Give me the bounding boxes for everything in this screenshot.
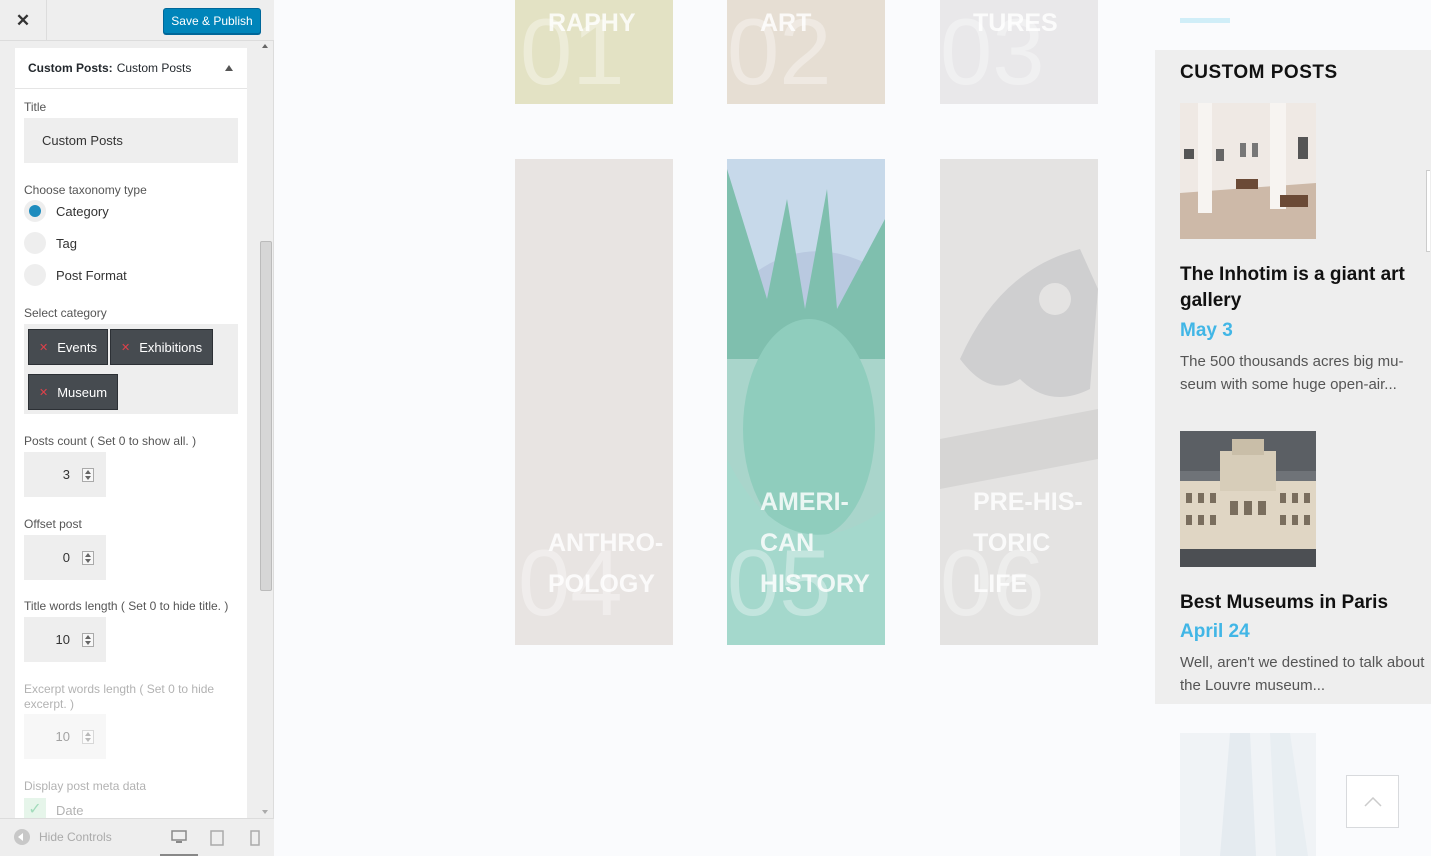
radio-tag[interactable]: Tag (24, 231, 77, 255)
meta-date-label: Date (56, 803, 84, 818)
post-title[interactable]: The Inhotim is a giant art gallery (1180, 262, 1420, 314)
save-publish-button[interactable]: Save & Publish (163, 8, 261, 34)
chip-label: Events (57, 339, 97, 355)
custom-posts-widget: CUSTOM POSTS The Inhotim is a giant art … (1155, 50, 1431, 704)
radio-category[interactable]: Category (24, 199, 109, 223)
customizer-sidebar: ✕ Save & Publish Custom Posts: Custom Po… (0, 0, 274, 856)
post-thumbnail-gallery[interactable] (1180, 103, 1316, 239)
spinner-icon[interactable] (82, 551, 94, 565)
site-preview: 01 PHOTOG- RAPHY 02 MODERN ART 03 SCULP-… (274, 0, 1431, 856)
title-label: Title (24, 100, 47, 114)
customizer-footer: Hide Controls (0, 818, 274, 856)
preview-scrollbar[interactable] (1426, 170, 1430, 252)
scrollbar-thumb[interactable] (260, 241, 272, 591)
scroll-up-icon[interactable] (262, 44, 268, 48)
posts-count-value: 3 (62, 467, 70, 482)
panel-scrollbar[interactable] (259, 44, 272, 814)
post-date[interactable]: May 3 (1180, 320, 1233, 342)
chevron-up-icon (1363, 796, 1382, 807)
offset-value: 0 (62, 550, 70, 565)
desktop-icon (171, 829, 187, 843)
post-thumbnail-building[interactable] (1180, 431, 1316, 567)
radio-selected-icon[interactable] (24, 200, 46, 222)
radio-category-label: Category (56, 203, 109, 219)
post-title[interactable]: Best Museums in Paris (1180, 590, 1420, 616)
mobile-preview-button[interactable] (236, 819, 274, 856)
close-button[interactable]: ✕ (0, 0, 47, 41)
tablet-icon (210, 830, 224, 846)
remove-icon[interactable]: ✕ (121, 341, 130, 354)
radio-unselected-icon[interactable] (24, 232, 46, 254)
post-date[interactable]: April 24 (1180, 621, 1250, 643)
post-thumbnail-faded[interactable] (1180, 733, 1316, 856)
category-chip-exhibitions[interactable]: ✕ Exhibitions (110, 329, 214, 365)
spinner-icon[interactable] (82, 730, 94, 744)
title-input[interactable]: Custom Posts (24, 118, 238, 163)
radio-post-format[interactable]: Post Format (24, 263, 127, 287)
scroll-down-icon[interactable] (262, 810, 268, 814)
excerpt-words-input[interactable]: 10 (24, 714, 106, 759)
taxonomy-label: Choose taxonomy type (24, 183, 147, 197)
meta-label: Display post meta data (24, 779, 147, 793)
widget-header[interactable]: Custom Posts: Custom Posts (15, 48, 247, 89)
excerpt-words-value: 10 (55, 729, 70, 744)
spinner-icon[interactable] (82, 468, 94, 482)
mobile-icon (250, 830, 260, 846)
tablet-preview-button[interactable] (198, 819, 236, 856)
tile-modern-art[interactable]: 02 MODERN ART (727, 0, 885, 104)
tile-prehistoric-life[interactable]: 06 PRE-HIS- TORIC LIFE (940, 159, 1098, 645)
chip-label: Exhibitions (139, 339, 203, 355)
desktop-preview-button[interactable] (160, 819, 198, 856)
collapse-icon (14, 829, 30, 845)
back-to-top-button[interactable] (1346, 775, 1399, 828)
chip-label: Museum (57, 384, 108, 400)
remove-icon[interactable]: ✕ (39, 341, 48, 354)
tile-label: ANTHRO- POLOGY (548, 529, 664, 598)
category-chip-events[interactable]: ✕ Events (28, 329, 108, 365)
customizer-header: ✕ Save & Publish (0, 0, 274, 41)
tile-sculptures[interactable]: 03 SCULP- TURES (940, 0, 1098, 104)
hide-controls-button[interactable]: Hide Controls (14, 829, 112, 845)
building-image (1180, 431, 1316, 567)
tile-label: MODERN ART (760, 9, 812, 37)
posts-count-input[interactable]: 3 (24, 452, 106, 497)
tile-label: PRE-HIS- TORIC LIFE (973, 488, 1083, 598)
tile-photography[interactable]: 01 PHOTOG- RAPHY (515, 0, 673, 104)
category-chip-museum[interactable]: ✕ Museum (28, 374, 119, 410)
offset-input[interactable]: 0 (24, 535, 106, 580)
widget-header-name: Custom Posts (116, 61, 192, 75)
posts-count-label: Posts count ( Set 0 to show all. ) (24, 434, 197, 448)
title-words-label: Title words length ( Set 0 to hide title… (24, 599, 229, 613)
widget-title: CUSTOM POSTS (1180, 62, 1338, 83)
post-excerpt: Well, aren't we destined to talk about t… (1180, 654, 1425, 694)
architecture-image (1180, 733, 1316, 856)
post-excerpt: The 500 thousands acres big mu-seum with… (1180, 353, 1404, 393)
title-words-value: 10 (55, 632, 70, 647)
tile-label: AMERI- CAN HISTORY (760, 488, 870, 598)
widget-header-type: Custom Posts: (28, 61, 113, 75)
tile-american-history[interactable]: 05 AMERI- CAN HISTORY (727, 159, 885, 645)
accent-bar (1180, 18, 1230, 23)
offset-label: Offset post (24, 517, 82, 531)
tile-label: PHOTOG- RAPHY (548, 9, 636, 37)
excerpt-words-label: Excerpt words length ( Set 0 to hide exc… (24, 682, 215, 711)
tile-label: SCULP- TURES (973, 9, 1058, 37)
category-select[interactable]: ✕ Events ✕ Exhibitions ✕ Museum (24, 324, 238, 414)
title-words-input[interactable]: 10 (24, 617, 106, 662)
tile-anthropology[interactable]: 04 ANTHRO- POLOGY (515, 159, 673, 645)
collapse-arrow-icon[interactable] (225, 65, 233, 71)
radio-unselected-icon[interactable] (24, 264, 46, 286)
gallery-image (1180, 103, 1316, 239)
checkbox-checked-icon[interactable]: ✓ (24, 798, 46, 818)
remove-icon[interactable]: ✕ (39, 386, 48, 399)
widget-panel: Custom Posts: Custom Posts Title Custom … (15, 48, 247, 818)
spinner-icon[interactable] (82, 633, 94, 647)
radio-post-format-label: Post Format (56, 267, 127, 283)
radio-tag-label: Tag (56, 235, 77, 251)
category-label: Select category (24, 306, 107, 320)
hide-controls-label: Hide Controls (39, 830, 112, 844)
